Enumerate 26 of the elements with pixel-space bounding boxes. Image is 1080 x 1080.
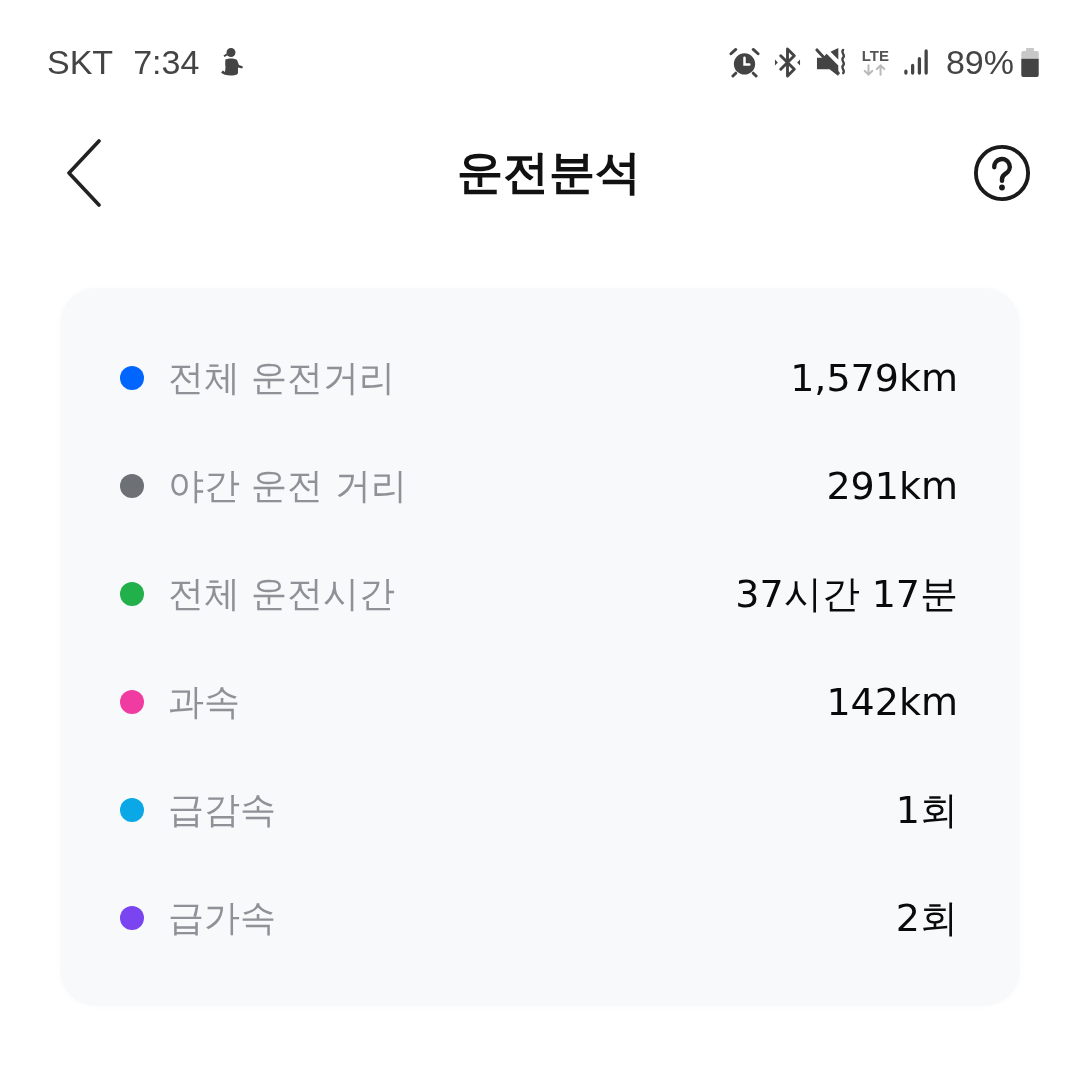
stat-label: 과속 xyxy=(168,679,240,724)
stat-label: 급가속 xyxy=(168,895,276,940)
stat-value: 1회 xyxy=(894,786,958,834)
stat-label: 급감속 xyxy=(168,787,276,832)
stat-value: 142km xyxy=(825,680,958,724)
battery-percent: 89% xyxy=(945,45,1014,79)
page-title: 운전분석 xyxy=(456,145,641,201)
help-button[interactable] xyxy=(973,144,1031,202)
stat-value: 1,579km xyxy=(789,356,958,400)
back-button[interactable] xyxy=(66,139,102,207)
network-type: LTE xyxy=(861,48,889,63)
stat-value: 2회 xyxy=(894,894,958,942)
stat-value: 291km xyxy=(825,464,958,508)
mute-icon xyxy=(814,46,848,78)
stat-label: 전체 운전거리 xyxy=(168,355,396,400)
signal-icon xyxy=(902,48,930,76)
stat-label: 야간 운전 거리 xyxy=(168,463,407,508)
back-chevron-icon xyxy=(66,139,102,207)
carrier-name: SKT xyxy=(47,45,114,79)
stat-value: 37시간 17분 xyxy=(734,570,958,618)
stat-label: 전체 운전시간 xyxy=(168,571,396,616)
battery-icon xyxy=(1020,46,1040,78)
alarm-icon xyxy=(728,46,760,78)
help-icon xyxy=(973,144,1031,202)
clock-time: 7:34 xyxy=(133,45,200,79)
bluetooth-icon xyxy=(773,46,801,78)
